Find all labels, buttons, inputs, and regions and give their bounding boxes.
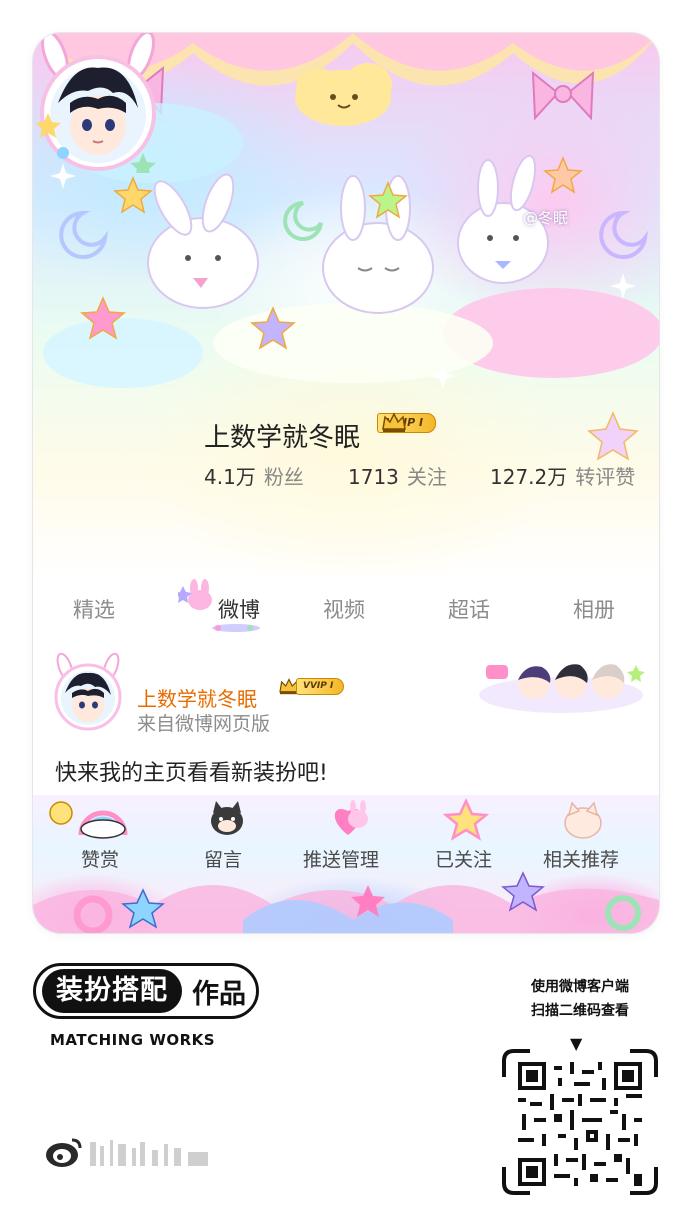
moon-icon [59,210,109,259]
push-management-button[interactable]: 推送管理 [303,845,379,872]
vip-badge[interactable]: VVIP Ⅰ [377,411,437,435]
character-group-sticker-icon [479,664,645,713]
brand-logo: 装扮搭配 作品 [33,960,259,1022]
avatar[interactable] [33,33,163,173]
weibo-logo-icon [46,1138,208,1167]
cat-sticker-icon [564,801,602,839]
stat-label: 关注 [406,465,447,489]
rainbow-yeah-icon [78,810,128,839]
bunny-left-illustration [147,173,259,309]
brand-pill: 装扮搭配 [42,969,182,1013]
qr-caption-line2: 扫描二维码查看 [531,1003,629,1019]
related-recommendations-button[interactable]: 相关推荐 [543,845,619,872]
post-author-avatar[interactable] [51,653,125,731]
stat-label: 转评赞 [575,465,636,489]
vip-label: VVIP Ⅰ [296,677,345,695]
stat-following[interactable]: 1713 关注 [348,461,447,490]
stat-value: 4.1万 [204,465,256,489]
brand-subtitle: MATCHING WORKS [50,1031,216,1049]
reward-button[interactable]: 赞赏 [81,845,119,872]
qr-code[interactable] [518,1062,642,1186]
star-icon [113,176,153,214]
qr-caption: 使用微博客户端 扫描二维码查看 [500,975,660,1023]
cloud-face-icon [295,63,392,126]
comment-button[interactable]: 留言 [204,845,242,872]
stat-label: 粉丝 [263,465,304,489]
brand-works: 作品 [192,978,246,1010]
tab-video[interactable]: 视频 [323,594,365,624]
post-author-name[interactable]: 上数学就冬眠 [137,683,257,712]
post-source: 来自微博网页版 [137,713,271,735]
brand-box: 装扮搭配 作品 [33,963,259,1019]
cat-face-icon [211,801,243,835]
tab-super-topic[interactable]: 超话 [448,594,490,624]
stat-reposts-comments-likes[interactable]: 127.2万 转评赞 [490,461,635,490]
moon-icon [283,201,323,241]
post-vip-badge[interactable]: VVIP Ⅰ [278,676,345,696]
profile-banner: @冬眠 上数学就冬眠 VVIP Ⅰ 4.1万粉丝 [33,33,659,578]
star-icon [543,156,583,194]
profile-username: 上数学就冬眠 [204,423,361,453]
tab-featured[interactable]: 精选 [73,594,115,624]
bunny-heart-icon [334,800,368,835]
post-content: 快来我的主页看看新装扮吧! [55,761,328,786]
stat-value: 1713 [348,465,399,489]
profile-stats: 4.1万 粉丝 1713 关注 127.2万 转评赞 [204,461,654,491]
crown-icon [382,412,406,432]
profile-card: @冬眠 上数学就冬眠 VVIP Ⅰ 4.1万粉丝 [33,33,659,933]
tab-bar: 精选 微博 视频 超话 相册 [33,578,659,638]
star-icon [442,798,490,841]
tab-album[interactable]: 相册 [573,594,615,624]
following-button[interactable]: 已关注 [435,845,492,872]
qr-caption-line1: 使用微博客户端 [531,979,629,995]
post-action-bar: 赞赏 留言 推送管理 已关注 相关推荐 [33,795,659,933]
banner-watermark: @冬眠 [523,209,569,227]
star-icon [587,411,639,461]
moon-icon [599,210,649,259]
stat-followers[interactable]: 4.1万 粉丝 [204,461,304,490]
tab-weibo[interactable]: 微博 [218,594,260,624]
stat-value: 127.2万 [490,465,568,489]
